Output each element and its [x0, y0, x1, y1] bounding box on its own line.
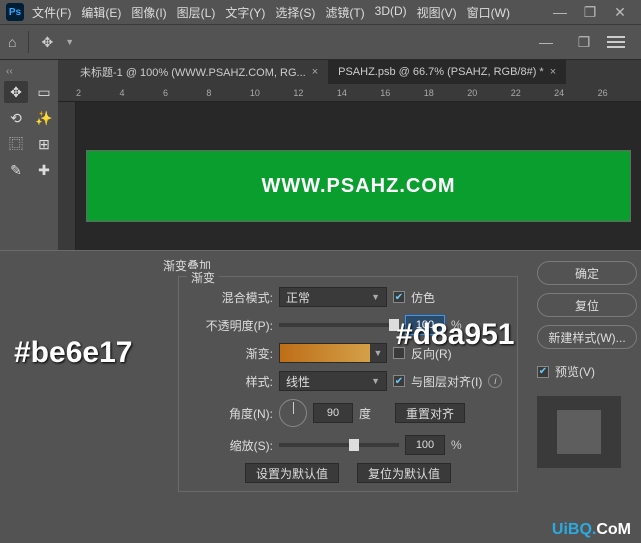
eyedropper-tool[interactable]: ✎ — [4, 159, 28, 181]
style-label: 样式: — [191, 373, 273, 390]
opacity-label: 不透明度(P): — [191, 317, 273, 334]
tab-document-2[interactable]: PSAHZ.psb @ 66.7% (PSAHZ, RGB/8#) *× — [328, 60, 566, 84]
app-icon: Ps — [6, 3, 24, 21]
main-menu: 文件(F) 编辑(E) 图像(I) 图层(L) 文字(Y) 选择(S) 滤镜(T… — [32, 4, 510, 21]
reset-default-button[interactable]: 复位为默认值 — [357, 463, 451, 483]
lasso-tool[interactable]: ⟲ — [4, 107, 28, 129]
reset-align-button[interactable]: 重置对齐 — [395, 403, 465, 423]
fieldset-legend: 渐变 — [187, 269, 219, 286]
gradient-fieldset: 渐变 混合模式: 正常▼ ✔ 仿色 不透明度(P): 100 % 渐变: ▼ 反… — [178, 276, 518, 492]
dither-label: 仿色 — [411, 289, 435, 306]
scale-label: 缩放(S): — [191, 437, 273, 454]
opacity-slider[interactable] — [279, 323, 399, 327]
menu-select[interactable]: 选择(S) — [275, 4, 315, 21]
move-tool[interactable]: ✥ — [4, 81, 28, 103]
reverse-label: 反向(R) — [411, 345, 452, 362]
tab-document-1[interactable]: 未标题-1 @ 100% (WWW.PSAHZ.COM, RG...× — [70, 60, 328, 84]
gradient-label: 渐变: — [191, 345, 273, 362]
tool-panel: ‹‹ ✥ ▭ ⟲ ✨ ⿴ ⊞ ✎ ✚ — [0, 60, 58, 250]
chevron-down-icon: ▼ — [371, 292, 380, 302]
menu-window[interactable]: 窗口(W) — [467, 4, 510, 21]
menu-filter[interactable]: 滤镜(T) — [325, 4, 364, 21]
degree-label: 度 — [359, 405, 371, 422]
menu-3d[interactable]: 3D(D) — [375, 4, 407, 21]
menu-file[interactable]: 文件(F) — [32, 4, 71, 21]
info-icon[interactable]: i — [488, 374, 502, 388]
preview-checkbox[interactable]: ✔ — [537, 366, 549, 378]
document-tabs: 未标题-1 @ 100% (WWW.PSAHZ.COM, RG...× PSAH… — [58, 60, 641, 84]
magic-wand-tool[interactable]: ✨ — [32, 107, 56, 129]
angle-input[interactable]: 90 — [313, 403, 353, 423]
blend-mode-select[interactable]: 正常▼ — [279, 287, 387, 307]
home-icon[interactable]: ⌂ — [8, 34, 16, 50]
canvas-content: WWW.PSAHZ.COM — [86, 150, 631, 222]
style-select[interactable]: 线性▼ — [279, 371, 387, 391]
panel-menu-icon[interactable] — [607, 41, 625, 43]
doc-restore-button[interactable]: ❐ — [569, 32, 599, 52]
set-default-button[interactable]: 设置为默认值 — [245, 463, 339, 483]
gradient-overlay-dialog: 渐变叠加 渐变 混合模式: 正常▼ ✔ 仿色 不透明度(P): 100 % 渐变… — [0, 250, 641, 543]
chevron-down-icon: ▼ — [371, 376, 380, 386]
scale-slider[interactable] — [279, 443, 399, 447]
watermark: UiBQ.CoM — [552, 521, 631, 539]
menu-layer[interactable]: 图层(L) — [177, 4, 216, 21]
new-style-button[interactable]: 新建样式(W)... — [537, 325, 637, 349]
menu-edit[interactable]: 编辑(E) — [81, 4, 121, 21]
maximize-button[interactable]: ❐ — [575, 2, 605, 22]
canvas-text: WWW.PSAHZ.COM — [261, 175, 455, 198]
healing-tool[interactable]: ✚ — [32, 159, 56, 181]
options-bar: ⌂ ✥ ▼ — ❐ — [0, 24, 641, 60]
angle-label: 角度(N): — [191, 405, 273, 422]
window-controls: — ❐ ✕ — [545, 2, 635, 22]
dither-checkbox[interactable]: ✔ — [393, 291, 405, 303]
minimize-button[interactable]: — — [545, 2, 575, 22]
ruler-vertical — [58, 102, 76, 250]
collapse-icon[interactable]: ‹‹ — [2, 64, 56, 79]
percent-label: % — [451, 438, 462, 452]
frame-tool[interactable]: ⊞ — [32, 133, 56, 155]
menu-bar: Ps 文件(F) 编辑(E) 图像(I) 图层(L) 文字(Y) 选择(S) 滤… — [0, 0, 641, 24]
move-tool-icon[interactable]: ✥ — [41, 34, 53, 51]
crop-tool[interactable]: ⿴ — [4, 133, 28, 155]
menu-view[interactable]: 视图(V) — [417, 4, 457, 21]
menu-image[interactable]: 图像(I) — [131, 4, 166, 21]
preview-label: 预览(V) — [555, 363, 595, 380]
preview-thumbnail — [537, 396, 621, 468]
doc-minimize-button[interactable]: — — [531, 32, 561, 52]
percent-label: % — [451, 318, 462, 332]
marquee-tool[interactable]: ▭ — [32, 81, 56, 103]
chevron-down-icon: ▼ — [370, 344, 386, 362]
align-label: 与图层对齐(I) — [411, 373, 482, 390]
close-icon[interactable]: × — [550, 66, 556, 78]
ruler-horizontal: 2468101214161820222426 — [58, 84, 641, 102]
blend-mode-label: 混合模式: — [191, 289, 273, 306]
close-icon[interactable]: × — [312, 66, 318, 78]
menu-type[interactable]: 文字(Y) — [225, 4, 265, 21]
scale-input[interactable]: 100 — [405, 435, 445, 455]
canvas[interactable]: WWW.PSAHZ.COM — [76, 102, 641, 250]
opacity-input[interactable]: 100 — [405, 315, 445, 335]
dialog-buttons: 确定 复位 新建样式(W)... ✔ 预览(V) — [537, 261, 637, 468]
angle-dial[interactable] — [279, 399, 307, 427]
close-button[interactable]: ✕ — [605, 2, 635, 22]
cancel-button[interactable]: 复位 — [537, 293, 637, 317]
reverse-checkbox[interactable] — [393, 347, 405, 359]
ok-button[interactable]: 确定 — [537, 261, 637, 285]
align-checkbox[interactable]: ✔ — [393, 375, 405, 387]
gradient-picker[interactable]: ▼ — [279, 343, 387, 363]
